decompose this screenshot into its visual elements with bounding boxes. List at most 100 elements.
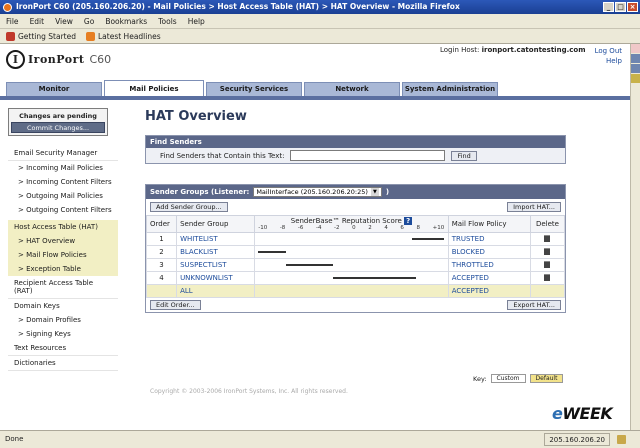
help-link[interactable]: Help (595, 56, 622, 66)
copyright: Copyright © 2003-2006 IronPort Systems, … (150, 388, 348, 395)
row-order (145, 284, 178, 298)
export-hat-button[interactable]: Export HAT... (507, 300, 561, 310)
row-order: 4 (145, 271, 178, 285)
col-sbrs: SenderBase™ Reputation Score ? -10 -8 -6… (254, 215, 449, 233)
menu-help[interactable]: Help (188, 17, 205, 26)
key-custom: Custom (490, 374, 526, 383)
lock-icon (617, 435, 626, 444)
sender-group-link[interactable]: WHITELIST (176, 232, 256, 246)
sidebar-item-exception-table[interactable]: > Exception Table (8, 262, 118, 276)
sbrs-range-bar (411, 238, 445, 240)
window-controls: _ □ × (603, 2, 638, 12)
find-senders-label: Find Senders that Contain this Text: (160, 151, 285, 160)
mail-flow-policy-link[interactable]: TRUSTED (447, 232, 531, 246)
sbrs-tick: -4 (315, 225, 322, 231)
sidebar-section-text-resources[interactable]: Text Resources (8, 341, 118, 356)
bookmarks-toolbar: Getting Started Latest Headlines (0, 29, 640, 44)
menu-bar: File Edit View Go Bookmarks Tools Help (0, 14, 640, 29)
mail-flow-policy-link[interactable]: ACCEPTED (447, 271, 531, 285)
sidebar-item-mail-flow-policies[interactable]: > Mail Flow Policies (8, 248, 118, 262)
tab-system-administration[interactable]: System Administration (402, 82, 498, 96)
find-senders-row: Find Senders that Contain this Text: Fin… (146, 148, 565, 163)
sender-group-link[interactable]: BLACKLIST (176, 245, 256, 259)
menu-bookmarks[interactable]: Bookmarks (105, 17, 147, 26)
col-order: Order (145, 215, 178, 233)
find-button[interactable]: Find (451, 150, 477, 161)
main-panel: HAT Overview Find Senders Find Senders t… (145, 102, 566, 313)
bookmark-icon (6, 31, 15, 41)
edit-order-button[interactable]: Edit Order... (150, 300, 201, 310)
sidebar-section-dictionaries[interactable]: Dictionaries (8, 356, 118, 371)
sender-groups-toolbar: Add Sender Group... Import HAT... (146, 199, 565, 215)
find-senders-panel: Find Senders Find Senders that Contain t… (145, 135, 566, 164)
sender-groups-title: Sender Groups (Listener: (150, 188, 250, 196)
trash-icon[interactable] (544, 273, 551, 281)
sidebar-item-domain-profiles[interactable]: > Domain Profiles (8, 313, 118, 327)
scrollbar-swatch (631, 74, 640, 83)
find-senders-header: Find Senders (146, 136, 565, 148)
tab-security-services[interactable]: Security Services (206, 82, 302, 96)
mail-flow-policy-link[interactable]: ACCEPTED (447, 284, 531, 298)
login-host: Login Host: ironport.catontesting.com (440, 46, 586, 54)
key-label: Key: (473, 374, 487, 383)
chevron-down-icon: ▼ (370, 188, 379, 196)
menu-tools[interactable]: Tools (158, 17, 176, 26)
help-icon[interactable]: ? (404, 217, 413, 225)
sbrs-range-bar (286, 264, 333, 266)
sidebar-section-email-security-manager[interactable]: Email Security Manager (8, 146, 118, 161)
bookmark-label: Getting Started (18, 31, 76, 41)
import-hat-button[interactable]: Import HAT... (507, 202, 561, 212)
sender-group-link[interactable]: SUSPECTLIST (176, 258, 256, 272)
add-sender-group-button[interactable]: Add Sender Group... (150, 202, 228, 212)
tab-monitor[interactable]: Monitor (6, 82, 102, 96)
trash-icon[interactable] (544, 247, 551, 255)
status-ip: 205.160.206.20 (544, 433, 610, 446)
tab-mail-policies[interactable]: Mail Policies (104, 80, 204, 96)
maximize-button[interactable]: □ (615, 2, 626, 12)
menu-view[interactable]: View (55, 17, 73, 26)
bookmark-getting-started[interactable]: Getting Started (6, 31, 76, 41)
sidebar-item-incoming-mail-policies[interactable]: > Incoming Mail Policies (8, 161, 118, 175)
tab-underline (0, 96, 630, 100)
sbrs-tick: -6 (297, 225, 304, 231)
logout-link[interactable]: Log Out (595, 46, 622, 56)
sidebar: Changes are pending Commit Changes... Em… (8, 102, 118, 371)
eweek-watermark: eWEEK (552, 404, 613, 423)
table-header-row: Order Sender Group SenderBase™ Reputatio… (145, 215, 566, 233)
minimize-button[interactable]: _ (603, 2, 614, 12)
close-button[interactable]: × (627, 2, 638, 12)
sidebar-section-domain-keys[interactable]: Domain Keys (8, 299, 118, 313)
sidebar-item-outgoing-content-filters[interactable]: > Outgoing Content Filters (8, 203, 118, 217)
trash-icon[interactable] (544, 234, 551, 242)
logo-mark: I (6, 50, 25, 69)
col-mail-flow-policy: Mail Flow Policy (447, 215, 531, 233)
rss-icon (86, 31, 95, 41)
sidebar-section-hat[interactable]: Host Access Table (HAT) (8, 220, 118, 234)
sidebar-item-incoming-content-filters[interactable]: > Incoming Content Filters (8, 175, 118, 189)
mail-flow-policy-link[interactable]: THROTTLED (447, 258, 531, 272)
sender-group-link[interactable]: ALL (176, 284, 256, 298)
sbrs-tick: 0 (352, 225, 356, 231)
tab-network[interactable]: Network (304, 82, 400, 96)
trash-icon[interactable] (544, 260, 551, 268)
find-senders-input[interactable] (290, 150, 446, 161)
listener-select[interactable]: MailInterface (205.160.206.20:25) ▼ (253, 187, 382, 197)
sidebar-item-signing-keys[interactable]: > Signing Keys (8, 327, 118, 341)
sidebar-nav: Email Security Manager > Incoming Mail P… (8, 146, 118, 371)
sender-groups-table: Order Sender Group SenderBase™ Reputatio… (145, 215, 566, 298)
mail-flow-policy-link[interactable]: BLOCKED (447, 245, 531, 259)
sidebar-item-hat-overview[interactable]: > HAT Overview (8, 234, 118, 248)
menu-file[interactable]: File (6, 17, 19, 26)
sbrs-range-bar (332, 277, 417, 279)
sidebar-section-rat[interactable]: Recipient Access Table (RAT) (8, 276, 118, 299)
sidebar-item-outgoing-mail-policies[interactable]: > Outgoing Mail Policies (8, 189, 118, 203)
menu-edit[interactable]: Edit (30, 17, 45, 26)
menu-go[interactable]: Go (84, 17, 94, 26)
commit-changes-button[interactable]: Commit Changes... (11, 122, 105, 133)
login-host-value: ironport.catontesting.com (481, 46, 586, 54)
sender-group-link[interactable]: UNKNOWNLIST (176, 271, 256, 285)
sbrs-title: SenderBase™ Reputation Score (290, 217, 402, 225)
pending-changes-box: Changes are pending Commit Changes... (8, 108, 108, 136)
bookmark-latest-headlines[interactable]: Latest Headlines (86, 31, 161, 41)
vertical-scrollbar[interactable] (630, 44, 640, 430)
